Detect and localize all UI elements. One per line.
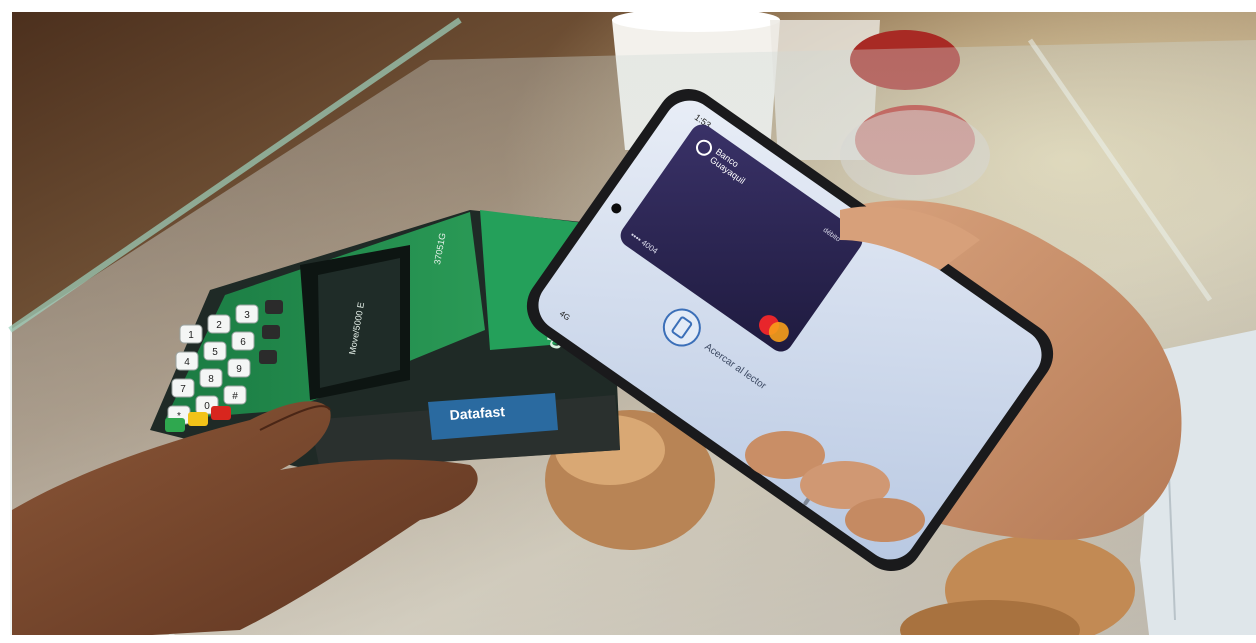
key-label: 4: [184, 357, 190, 368]
key-label: #: [232, 391, 238, 402]
bottom-border: [0, 635, 1256, 643]
key-label: 9: [236, 364, 242, 375]
yellow-key: [188, 412, 208, 426]
green-key: [165, 418, 185, 432]
red-key: [211, 406, 231, 420]
top-border: [0, 0, 1256, 12]
photo-scene: 1 2 3 4 5 6 7 8 9 * 0 # Move/5000 E 3705…: [0, 0, 1256, 643]
key-label: 2: [216, 320, 222, 331]
key-label: 8: [208, 374, 214, 385]
contactless-payment-illustration: 1 2 3 4 5 6 7 8 9 * 0 # Move/5000 E 3705…: [0, 0, 1256, 643]
key-label: 7: [180, 384, 186, 395]
key-label: 5: [212, 347, 218, 358]
key-label: 6: [240, 337, 246, 348]
key-label: 1: [188, 330, 194, 341]
key-label: 3: [244, 310, 250, 321]
key-label: 0: [204, 401, 210, 412]
